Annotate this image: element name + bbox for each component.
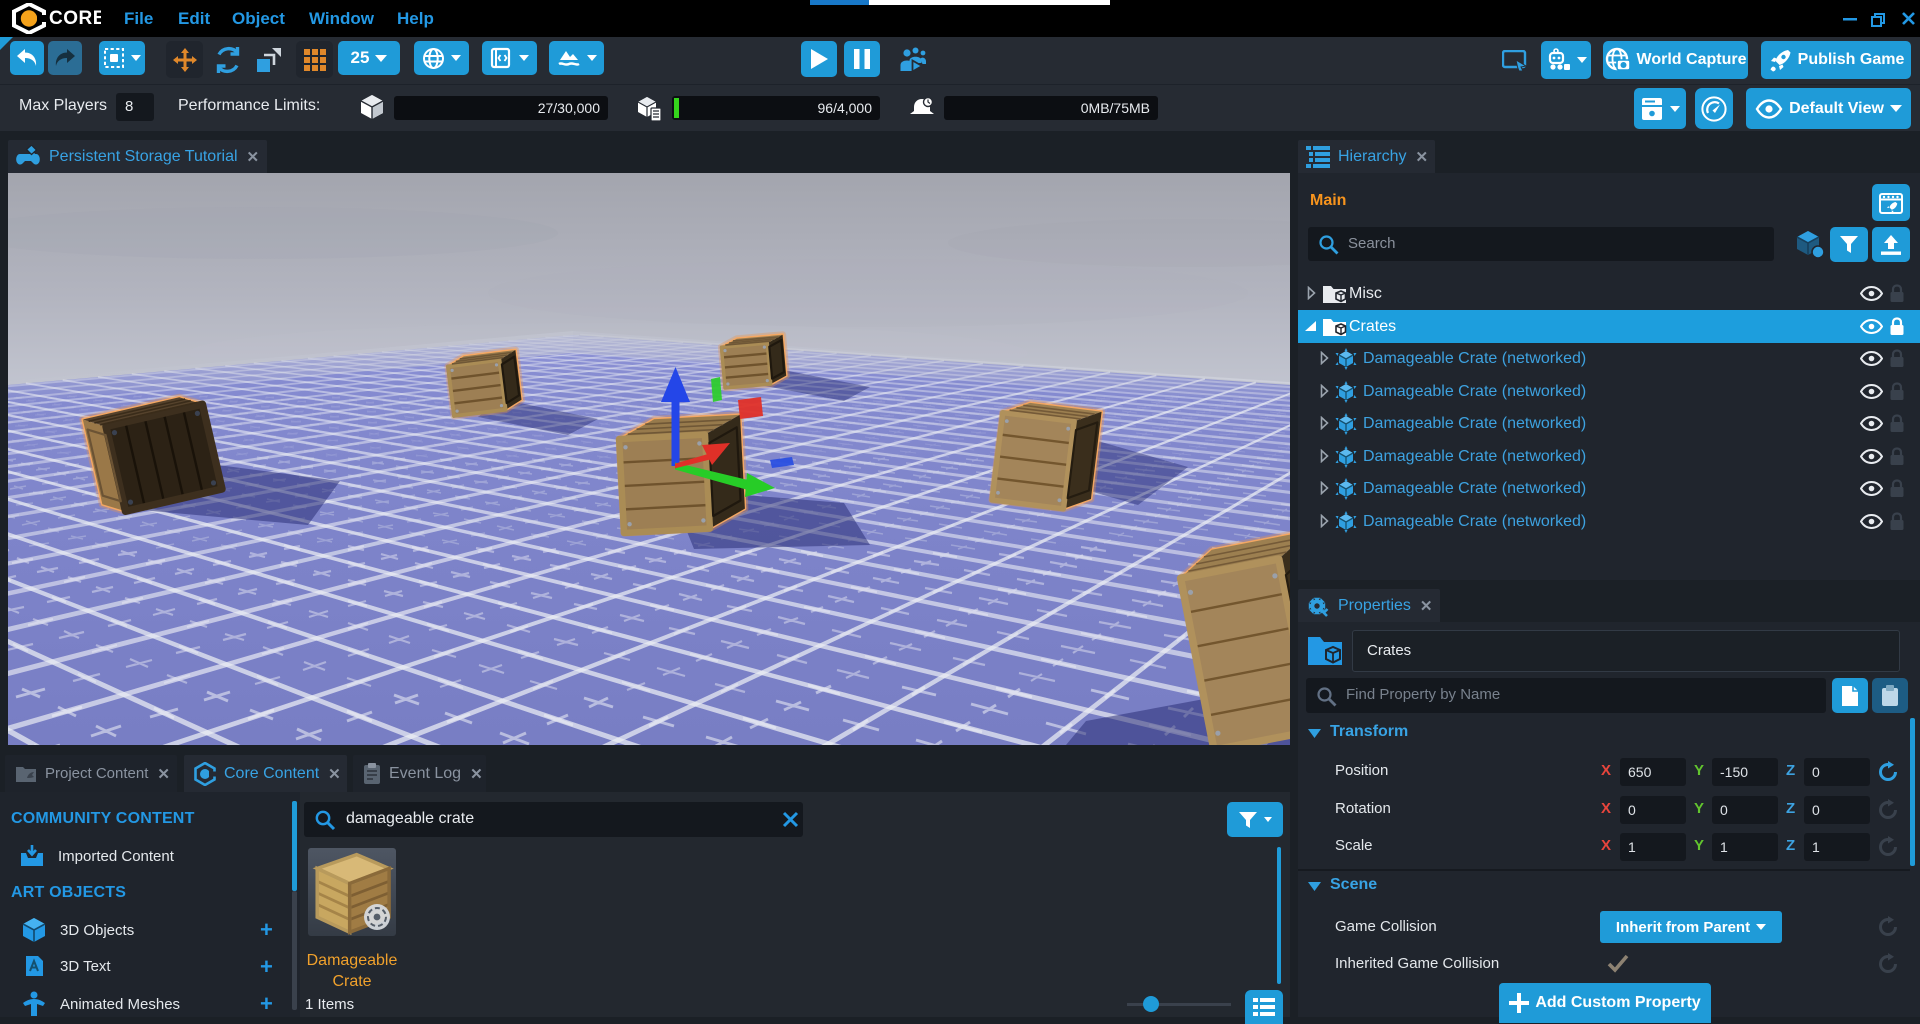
svg-text:CORE: CORE [49,8,101,28]
